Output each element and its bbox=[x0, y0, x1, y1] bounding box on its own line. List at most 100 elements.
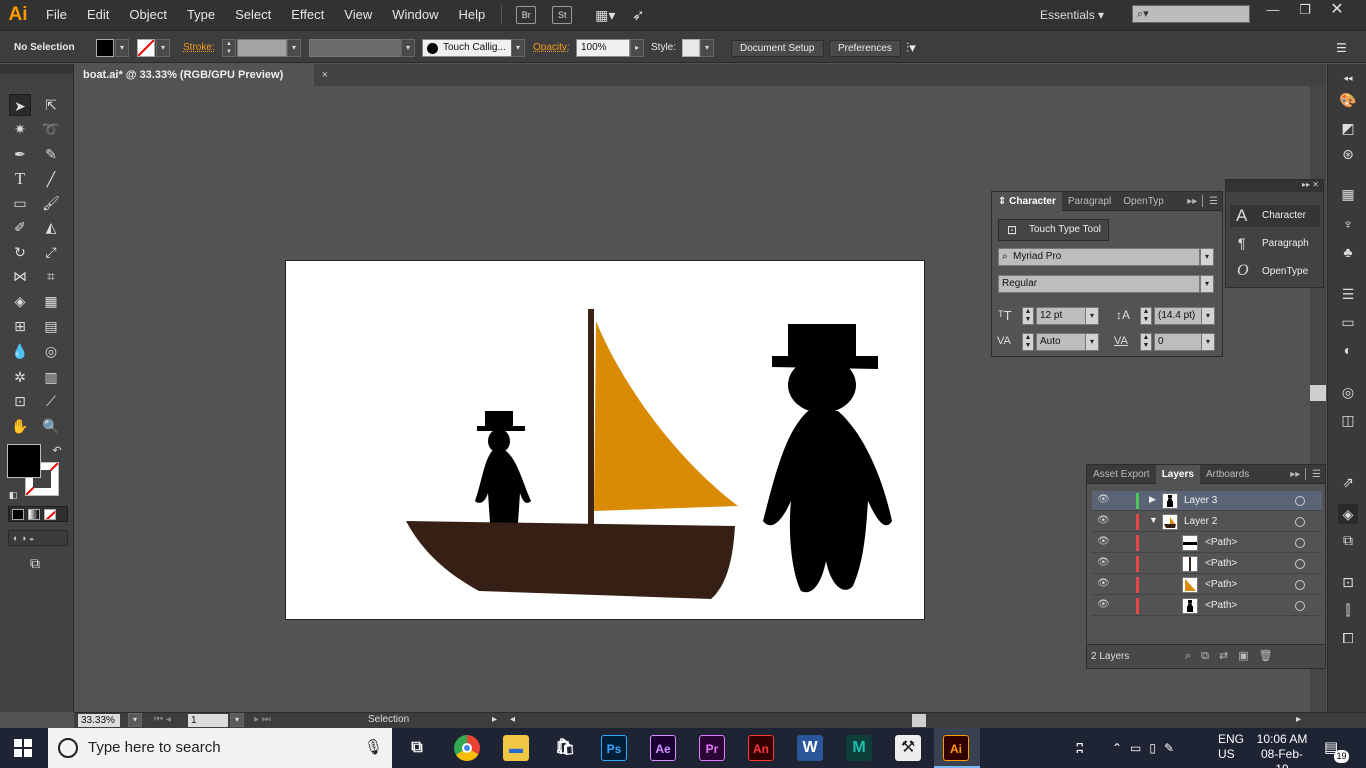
stroke-label[interactable]: Stroke: bbox=[183, 39, 215, 57]
brushes-icon[interactable]: ♆ bbox=[1338, 214, 1358, 234]
layers-icon[interactable]: ◈ bbox=[1338, 504, 1358, 524]
next-artboard-icon[interactable]: ▸ ⏭ bbox=[254, 714, 271, 725]
touch-type-tool-button[interactable]: ⊡ Touch Type Tool bbox=[998, 219, 1109, 241]
artboard[interactable] bbox=[285, 260, 925, 620]
profile-dropdown[interactable]: ▾ bbox=[401, 39, 415, 57]
sublayer-path-4[interactable]: 👁 <Path> bbox=[1092, 596, 1322, 616]
gradient-mode-icon[interactable] bbox=[28, 509, 40, 520]
swap-colors-icon[interactable]: ↶ bbox=[46, 440, 68, 462]
zoom-dropdown[interactable]: ▾ bbox=[128, 713, 142, 727]
blend-tool-icon[interactable]: ◎ bbox=[40, 340, 62, 362]
scroll-left-icon[interactable]: ◂ bbox=[510, 714, 515, 725]
color-guide-icon[interactable]: ◩ bbox=[1338, 118, 1358, 138]
color-mode-icon[interactable] bbox=[12, 509, 24, 520]
taskbar-app-word[interactable]: W bbox=[797, 735, 823, 761]
taskbar-active-app[interactable]: Ai bbox=[934, 728, 980, 768]
tab-layers[interactable]: Layers bbox=[1155, 464, 1200, 484]
taskbar-app-ae[interactable]: Ae bbox=[650, 735, 676, 761]
font-family-dropdown[interactable]: ▾ bbox=[1200, 248, 1214, 266]
pen-tool-icon[interactable]: ✒ bbox=[9, 143, 31, 165]
gradient-panel-icon[interactable]: ▭ bbox=[1338, 312, 1358, 332]
stroke-weight-stepper[interactable]: ▲ ▼ bbox=[222, 39, 236, 57]
tab-paragraph[interactable]: Paragrapl bbox=[1062, 192, 1117, 211]
kerning-field[interactable]: Auto bbox=[1036, 333, 1086, 351]
symbol-sprayer-tool-icon[interactable]: ✲ bbox=[9, 366, 31, 388]
microphone-icon[interactable]: 🎙 bbox=[364, 728, 383, 768]
transparency-icon[interactable]: ◐ bbox=[1338, 340, 1358, 360]
sublayer-path-1[interactable]: 👁 <Path> bbox=[1092, 533, 1322, 553]
layer-target-icon[interactable] bbox=[1295, 496, 1305, 506]
input-language[interactable]: ENG US bbox=[1218, 732, 1244, 762]
task-view-icon[interactable]: ⧉ bbox=[404, 735, 430, 761]
zbrush-icon[interactable]: ⚒ bbox=[895, 735, 921, 761]
file-explorer-icon[interactable]: ▬ bbox=[503, 735, 529, 761]
variable-width-profile[interactable] bbox=[309, 39, 402, 57]
layer-target-icon[interactable] bbox=[1295, 538, 1305, 548]
layer-row-layer-2[interactable]: 👁 ▼ Layer 2 bbox=[1092, 512, 1322, 532]
panel-expand-icon[interactable]: ▸▸ │ ☰ bbox=[1187, 196, 1222, 207]
boat-mast[interactable] bbox=[588, 309, 594, 525]
curvature-tool-icon[interactable]: ✎ bbox=[40, 143, 62, 165]
bridge-button[interactable]: Br bbox=[516, 6, 537, 24]
close-button[interactable]: ✕ bbox=[1322, 0, 1352, 20]
status-menu-icon[interactable]: ▸ bbox=[492, 714, 497, 725]
eraser-tool-icon[interactable]: ◭ bbox=[40, 216, 62, 238]
artboard-dropdown[interactable]: ▾ bbox=[230, 713, 244, 727]
opacity-field[interactable]: 100% bbox=[576, 39, 630, 57]
lasso-tool-icon[interactable]: ➰ bbox=[40, 118, 62, 140]
rectangle-tool-icon[interactable]: ▭ bbox=[9, 192, 31, 214]
none-mode-icon[interactable] bbox=[44, 509, 56, 520]
leading-stepper[interactable]: ▲ ▼ bbox=[1140, 307, 1152, 325]
small-figure[interactable] bbox=[475, 411, 531, 523]
minimize-button[interactable]: — bbox=[1258, 0, 1288, 20]
document-setup-button[interactable]: Document Setup bbox=[731, 40, 824, 57]
visibility-eye-icon[interactable]: 👁 bbox=[1097, 536, 1110, 547]
menu-edit[interactable]: Edit bbox=[77, 0, 119, 30]
tools-panel-header[interactable] bbox=[0, 64, 73, 74]
taskbar-search[interactable]: Type here to search 🎙 bbox=[48, 728, 392, 768]
taskbar-app-maya[interactable]: M bbox=[846, 735, 872, 761]
swatches-icon[interactable]: ▦ bbox=[1338, 184, 1358, 204]
windows-start-icon[interactable] bbox=[14, 739, 32, 757]
tracking-dropdown[interactable]: ▾ bbox=[1201, 333, 1215, 351]
width-tool-icon[interactable]: ⋈ bbox=[9, 265, 31, 287]
zoom-field[interactable]: 33.33% bbox=[78, 714, 120, 727]
slice-tool-icon[interactable]: ⟋ bbox=[40, 390, 62, 412]
fill-color-front[interactable] bbox=[7, 444, 41, 478]
taskbar-app-an[interactable]: An bbox=[748, 735, 774, 761]
workspace-switcher[interactable]: Essentials ▾ bbox=[1040, 0, 1104, 30]
store-icon[interactable]: 🛍 bbox=[552, 735, 578, 761]
expand-arrow-icon[interactable]: ▶ bbox=[1149, 494, 1156, 505]
gradient-tool-icon[interactable]: ▤ bbox=[40, 315, 62, 337]
screen-mode-icon[interactable]: ⧉ bbox=[24, 552, 46, 574]
scale-tool-icon[interactable]: ⤢ bbox=[40, 241, 62, 263]
layer-target-icon[interactable] bbox=[1295, 580, 1305, 590]
chrome-icon[interactable] bbox=[454, 735, 480, 761]
collapsed-group-header[interactable]: ▸▸ ✕ bbox=[1226, 180, 1323, 192]
sublayer-path-2[interactable]: 👁 <Path> bbox=[1092, 554, 1322, 574]
gpu-performance-icon[interactable]: ➶ bbox=[628, 6, 648, 24]
magic-wand-tool-icon[interactable]: ✷ bbox=[9, 118, 31, 140]
pathfinder-icon[interactable]: ⧠ bbox=[1338, 628, 1358, 648]
font-family-field[interactable]: ⌕ Myriad Pro bbox=[998, 248, 1200, 266]
font-size-stepper[interactable]: ▲ ▼ bbox=[1022, 307, 1034, 325]
default-colors-icon[interactable]: ◧ bbox=[2, 484, 24, 506]
layers-panel-menu-icon[interactable]: ▸▸ │ ☰ bbox=[1290, 469, 1325, 480]
brush-definition[interactable]: Touch Callig... bbox=[422, 39, 512, 57]
fill-swatch[interactable] bbox=[96, 39, 114, 57]
visibility-eye-icon[interactable]: 👁 bbox=[1097, 578, 1110, 589]
shaper-tool-icon[interactable]: ✐ bbox=[9, 216, 31, 238]
font-size-dropdown[interactable]: ▾ bbox=[1085, 307, 1099, 325]
collapse-arrow-icon[interactable]: ▼ bbox=[1149, 515, 1158, 525]
clock[interactable]: 10:06 AM08-Feb-19 bbox=[1256, 732, 1308, 768]
status-tool[interactable]: Selection bbox=[368, 714, 409, 725]
free-transform-tool-icon[interactable]: ⌗ bbox=[40, 265, 62, 287]
kerning-stepper[interactable]: ▲ ▼ bbox=[1022, 333, 1034, 351]
layer-target-icon[interactable] bbox=[1295, 517, 1305, 527]
tracking-stepper[interactable]: ▲ ▼ bbox=[1140, 333, 1152, 351]
taskbar-app-ps[interactable]: Ps bbox=[601, 735, 627, 761]
leading-dropdown[interactable]: ▾ bbox=[1201, 307, 1215, 325]
stroke-panel-icon[interactable]: ☰ bbox=[1338, 284, 1358, 304]
stroke-weight-dropdown[interactable]: ▾ bbox=[287, 39, 301, 57]
kerning-dropdown[interactable]: ▾ bbox=[1085, 333, 1099, 351]
